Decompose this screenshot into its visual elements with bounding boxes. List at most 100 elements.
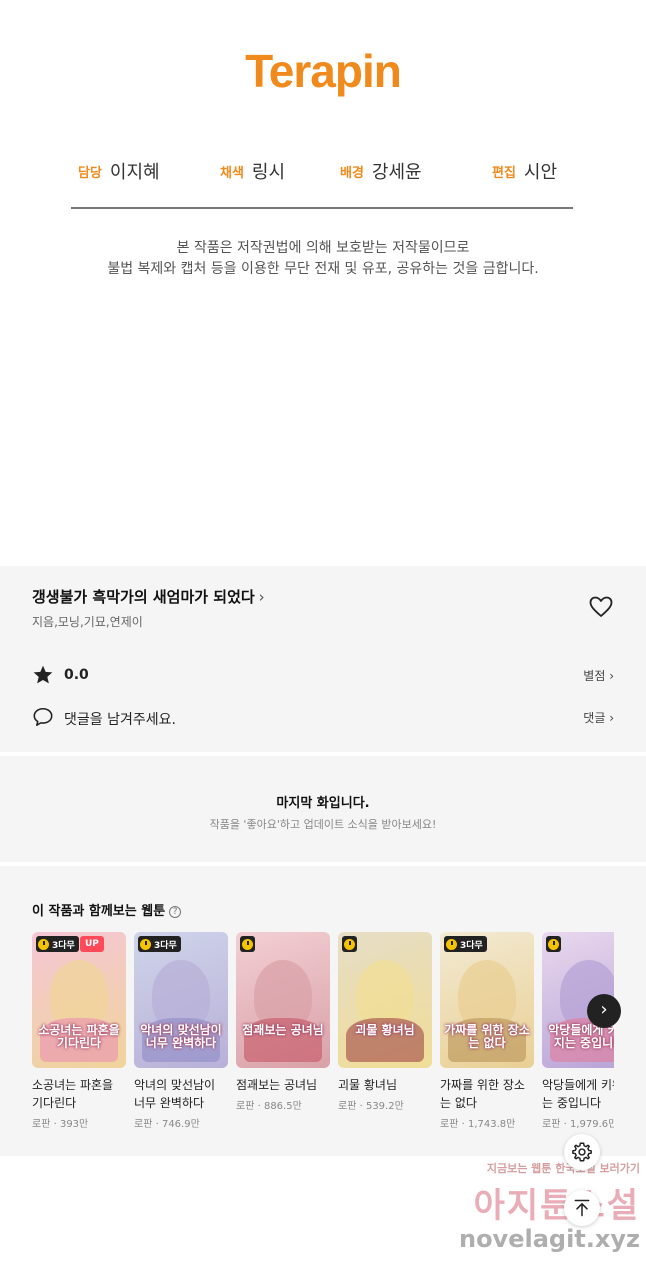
webtoon-card[interactable]: 소공녀는 파혼을 기다린다 3다무 UP 소공녀는 파혼을 기다린다로판 · 393만 xyxy=(32,932,126,1130)
webtoon-genre: 로판 xyxy=(236,1101,255,1112)
rating-link[interactable]: 별점 › xyxy=(583,667,614,684)
wait-free-badge xyxy=(342,936,357,952)
credit-item: 채색 링시 xyxy=(220,158,285,184)
webtoon-meta: 로판 · 1,743.8만 xyxy=(440,1119,516,1130)
webtoon-meta: 로판 · 746.9만 xyxy=(134,1119,200,1130)
webtoon-views: 539.2만 xyxy=(365,1101,404,1112)
work-title: 갱생불가 흑막가의 새엄마가 되었다 xyxy=(32,588,255,606)
last-episode-title: 마지막 화입니다. xyxy=(276,796,370,811)
help-icon[interactable]: ? xyxy=(169,906,182,918)
webtoon-name: 점괘보는 공녀님 xyxy=(236,1078,318,1092)
credit-name: 이지혜 xyxy=(109,162,160,183)
cover-title: 소공녀는 파혼을 기다린다 xyxy=(38,1023,120,1050)
watermark-line: novelagit.xyz xyxy=(458,1225,640,1253)
cover-title: 점괘보는 공녀님 xyxy=(242,1023,324,1037)
recommendation-heading: 이 작품과 함께보는 웹툰? xyxy=(32,900,182,919)
wait-free-badge: 3다무 xyxy=(36,936,79,952)
terapin-logo: Terapin xyxy=(245,45,402,97)
clock-icon xyxy=(38,938,49,950)
credit-name: 시안 xyxy=(523,162,558,183)
arrow-up-icon xyxy=(574,1199,590,1217)
wait-free-badge xyxy=(546,936,561,952)
credit-role: 배경 xyxy=(340,165,364,181)
webtoon-card[interactable]: 악녀의 맞선남이 너무 완벽하다 3다무악녀의 맞선남이 너무 완벽하다로판 · … xyxy=(134,932,228,1130)
cover-title: 가짜를 위한 장소는 없다 xyxy=(444,1023,530,1050)
webtoon-views: 393만 xyxy=(59,1119,89,1130)
comment-link[interactable]: 댓글 › xyxy=(583,709,614,726)
webtoon-card[interactable]: 가짜를 위한 장소는 없다 3다무가짜를 위한 장소는 없다로판 · 1,743.… xyxy=(440,932,534,1130)
webtoon-meta: 로판 · 539.2만 xyxy=(338,1101,404,1112)
webtoon-cover[interactable]: 점괘보는 공녀님 xyxy=(236,932,330,1068)
webtoon-name: 소공녀는 파혼을 기다린다 xyxy=(32,1078,114,1110)
clock-icon xyxy=(548,938,559,950)
webtoon-card[interactable]: 괴물 황녀님 괴물 황녀님 로판 · 539.2만 xyxy=(338,932,432,1112)
webtoon-views: 746.9만 xyxy=(161,1119,200,1130)
credits-bar: 담당 이지혜 채색 링시 배경 강세윤 편집 시안 xyxy=(72,158,572,188)
wait-free-badge xyxy=(240,936,255,952)
gear-icon xyxy=(572,1142,592,1162)
webtoon-card[interactable]: 악당들에게 키워지는 중입니다악당들에게 키워지는 중입니다로판 · 1,979… xyxy=(542,932,614,1130)
cover-title: 괴물 황녀님 xyxy=(355,1023,415,1037)
recommendation-panel: 이 작품과 함께보는 웹툰? 소공녀는 파혼을 기다린다 3다무 UP 소공녀는 파혼… xyxy=(0,866,646,1156)
webtoon-name: 괴물 황녀님 xyxy=(338,1078,398,1092)
badge-label: 3다무 xyxy=(460,940,483,951)
up-badge: UP xyxy=(80,936,104,952)
work-authors: 지음,모닝,기묘,연제이 xyxy=(32,615,143,629)
divider xyxy=(71,207,573,209)
badge-label: 3다무 xyxy=(52,940,75,951)
webtoon-meta: 로판 · 886.5만 xyxy=(236,1101,302,1112)
webtoon-cover[interactable]: 괴물 황녀님 xyxy=(338,932,432,1068)
notice-line: 본 작품은 저작권법에 의해 보호받는 저작물이므로 xyxy=(176,240,470,256)
work-info-panel: 갱생불가 흑막가의 새엄마가 되었다 › 지음,모닝,기묘,연제이 0.0 별점 … xyxy=(0,566,646,752)
webtoon-views: 1,743.8만 xyxy=(467,1119,516,1130)
webtoon-genre: 로판 xyxy=(134,1119,153,1130)
clock-icon xyxy=(446,938,457,950)
scroll-top-button[interactable] xyxy=(564,1190,600,1226)
notice-line: 불법 복제와 캡처 등을 이용한 무단 전재 및 유포, 공유하는 것을 금합니… xyxy=(107,261,539,277)
clock-icon xyxy=(242,938,253,950)
webtoon-views: 886.5만 xyxy=(263,1101,302,1112)
webtoon-genre: 로판 xyxy=(32,1119,51,1130)
speech-bubble-icon xyxy=(33,707,53,727)
clock-icon xyxy=(344,938,355,950)
webtoon-meta: 로판 · 393만 xyxy=(32,1119,89,1130)
watermark-line: 지금보는 웹툰 한국소설 보러가기 xyxy=(486,1162,640,1175)
webtoon-genre: 로판 xyxy=(338,1101,357,1112)
chevron-right-icon: › xyxy=(258,588,265,606)
comment-row: 댓글을 남겨주세요. 댓글 › xyxy=(32,706,614,730)
webtoon-views: 1,979.6만 xyxy=(569,1119,614,1130)
webtoon-genre: 로판 xyxy=(542,1119,561,1130)
webtoon-name: 악당들에게 키워지는 중입니다 xyxy=(542,1078,614,1110)
star-icon xyxy=(33,665,53,684)
webtoon-genre: 로판 xyxy=(440,1119,459,1130)
credit-role: 담당 xyxy=(78,165,102,181)
credit-item: 편집 시안 xyxy=(492,158,557,184)
credit-role: 편집 xyxy=(492,165,516,181)
credit-name: 링시 xyxy=(251,162,286,183)
wait-free-badge: 3다무 xyxy=(138,936,181,952)
credit-name: 강세윤 xyxy=(371,162,422,183)
webtoon-cover[interactable]: 소공녀는 파혼을 기다린다 3다무 UP xyxy=(32,932,126,1068)
webtoon-name: 가짜를 위한 장소는 없다 xyxy=(440,1078,525,1110)
cover-title: 악녀의 맞선남이 너무 완벽하다 xyxy=(140,1023,222,1050)
badge-label: 3다무 xyxy=(154,940,177,951)
chevron-right-icon[interactable]: › xyxy=(587,994,621,1028)
webtoon-name: 악녀의 맞선남이 너무 완벽하다 xyxy=(134,1078,216,1110)
webtoon-meta: 로판 · 1,979.6만 xyxy=(542,1115,614,1130)
credit-item: 배경 강세윤 xyxy=(340,158,422,184)
settings-button[interactable] xyxy=(564,1134,600,1170)
last-episode-panel: 마지막 화입니다. 작품을 '좋아요'하고 업데이트 소식을 받아보세요! xyxy=(0,756,646,862)
copyright-notice: 본 작품은 저작권법에 의해 보호받는 저작물이므로 불법 복제와 캡처 등을 … xyxy=(0,238,646,280)
credit-item: 담당 이지혜 xyxy=(78,158,160,184)
webtoon-cover[interactable]: 가짜를 위한 장소는 없다 3다무 xyxy=(440,932,534,1068)
recommendation-title: 이 작품과 함께보는 웹툰 xyxy=(32,904,166,919)
comment-prompt[interactable]: 댓글을 남겨주세요. xyxy=(64,709,176,729)
webtoon-card[interactable]: 점괘보는 공녀님 점괘보는 공녀님 로판 · 886.5만 xyxy=(236,932,330,1112)
recommendation-carousel: 소공녀는 파혼을 기다린다 3다무 UP 소공녀는 파혼을 기다린다로판 · 393만… xyxy=(32,932,614,1142)
wait-free-badge: 3다무 xyxy=(444,936,487,952)
heart-outline-icon[interactable] xyxy=(589,596,613,618)
work-title-link[interactable]: 갱생불가 흑막가의 새엄마가 되었다 › xyxy=(32,586,265,607)
webtoon-cover[interactable]: 악녀의 맞선남이 너무 완벽하다 3다무 xyxy=(134,932,228,1068)
rating-value: 0.0 xyxy=(64,667,89,683)
clock-icon xyxy=(140,938,151,950)
